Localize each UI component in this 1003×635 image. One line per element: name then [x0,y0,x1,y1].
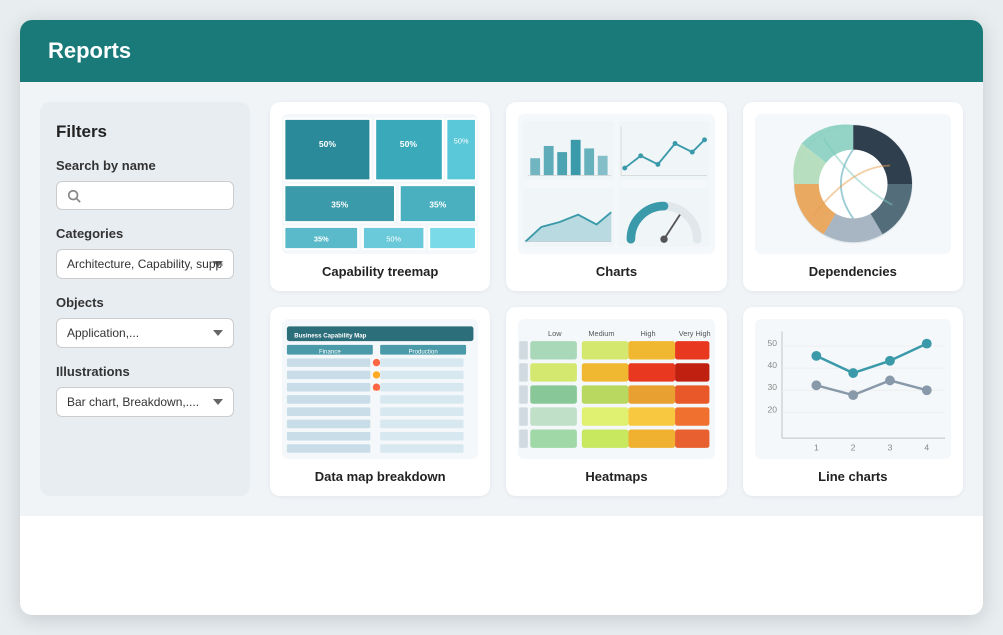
svg-text:50%: 50% [319,139,337,149]
svg-text:Finance: Finance [319,348,341,355]
page-header: Reports [20,20,983,82]
svg-text:50: 50 [767,338,777,348]
line-charts-label: Line charts [818,469,887,484]
reports-grid: 50% 50% 50% 35% 35% 35% [270,102,963,496]
svg-text:Business Capability Map: Business Capability Map [294,332,366,339]
svg-text:4: 4 [924,442,929,452]
search-label: Search by name [56,158,234,173]
categories-label: Categories [56,226,234,241]
svg-text:30: 30 [767,382,777,392]
report-card-line-charts[interactable]: 50 40 30 20 1 2 3 4 [743,307,963,496]
svg-text:35%: 35% [331,199,349,209]
treemap-svg: 50% 50% 50% 35% 35% 35% [282,114,478,254]
categories-dropdown[interactable]: Architecture, Capability, support, ... [56,249,234,279]
dependencies-svg [755,114,951,254]
svg-text:35%: 35% [314,235,329,244]
illustrations-label: Illustrations [56,364,234,379]
datamap-preview: Business Capability Map Finance Producti… [282,319,478,459]
charts-label: Charts [596,264,637,279]
report-card-capability-treemap[interactable]: 50% 50% 50% 35% 35% 35% [270,102,490,291]
svg-text:High: High [641,329,656,338]
datamap-svg: Business Capability Map Finance Producti… [282,319,478,459]
treemap-preview: 50% 50% 50% 35% 35% 35% [282,114,478,254]
search-input[interactable] [87,188,223,203]
heatmap-preview: Low Medium High Very High [518,319,714,459]
categories-section: Categories Architecture, Capability, sup… [56,226,234,279]
svg-text:40: 40 [767,360,777,370]
svg-text:Production: Production [408,348,438,355]
illustrations-dropdown[interactable]: Bar chart, Breakdown,.... [56,387,234,417]
svg-text:20: 20 [767,404,777,414]
svg-text:Very High: Very High [679,329,711,338]
svg-text:2: 2 [850,442,855,452]
svg-text:Low: Low [548,329,562,338]
heatmap-svg: Low Medium High Very High [518,319,714,459]
report-card-heatmaps[interactable]: Low Medium High Very High [506,307,726,496]
main-content: Filters Search by name Categories Archit… [20,82,983,516]
dependencies-preview [755,114,951,254]
charts-svg [518,114,714,254]
filters-title: Filters [56,122,234,142]
svg-text:35%: 35% [429,199,447,209]
svg-text:1: 1 [814,442,819,452]
dependencies-label: Dependencies [809,264,897,279]
search-section: Search by name [56,158,234,210]
report-card-dependencies[interactable]: Dependencies [743,102,963,291]
charts-preview [518,114,714,254]
objects-dropdown[interactable]: Application,... [56,318,234,348]
heatmap-label: Heatmaps [585,469,647,484]
app-window: Reports Filters Search by name Categorie… [20,20,983,615]
svg-text:50%: 50% [386,235,401,244]
linechart-preview: 50 40 30 20 1 2 3 4 [755,319,951,459]
page-title: Reports [48,38,131,63]
search-icon [67,189,81,203]
sidebar-filters: Filters Search by name Categories Archit… [40,102,250,496]
svg-text:Medium: Medium [589,329,615,338]
svg-text:50%: 50% [454,137,469,146]
search-box[interactable] [56,181,234,210]
objects-section: Objects Application,... [56,295,234,348]
report-card-charts[interactable]: Charts [506,102,726,291]
treemap-label: Capability treemap [322,264,438,279]
linechart-svg: 50 40 30 20 1 2 3 4 [755,319,951,459]
svg-text:3: 3 [887,442,892,452]
report-card-data-map[interactable]: Business Capability Map Finance Producti… [270,307,490,496]
illustrations-section: Illustrations Bar chart, Breakdown,.... [56,364,234,417]
objects-label: Objects [56,295,234,310]
data-map-label: Data map breakdown [315,469,446,484]
svg-text:50%: 50% [400,139,418,149]
